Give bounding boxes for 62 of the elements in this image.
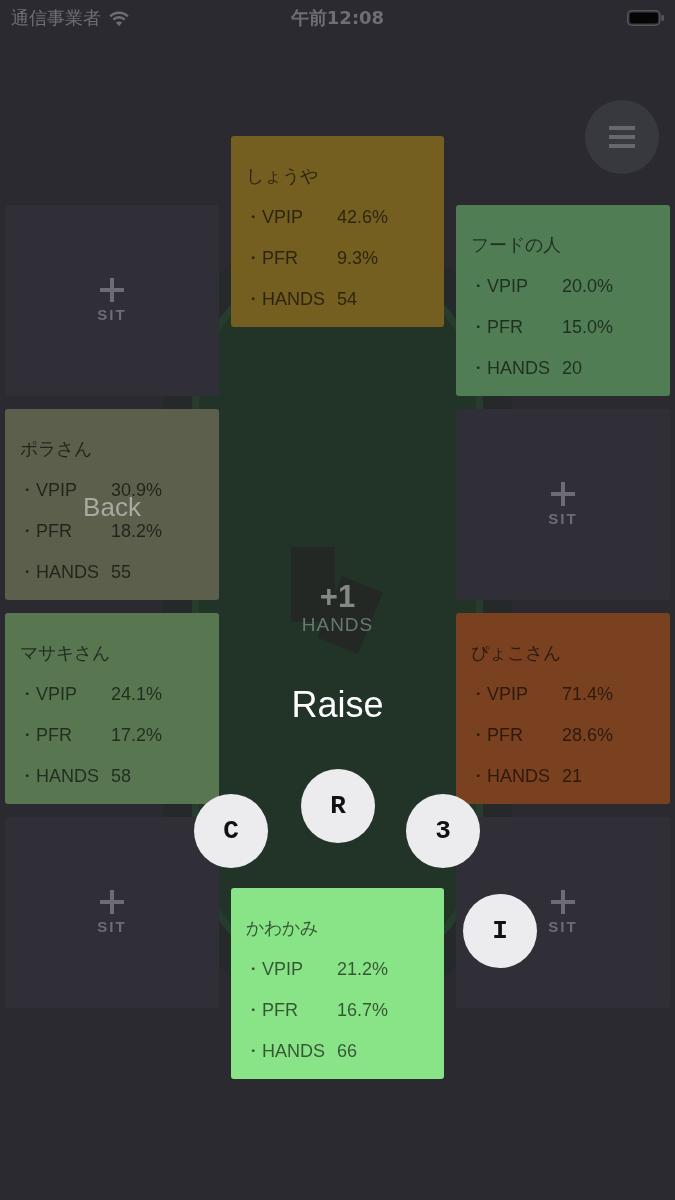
- player-card[interactable]: マサキさん ・VPIP 24.1% ・PFR 17.2% ・HANDS 58: [5, 613, 219, 804]
- player-card[interactable]: ぴょこさん ・VPIP 71.4% ・PFR 28.6% ・HANDS 21: [456, 613, 670, 804]
- stat-value: 24.1%: [111, 683, 163, 706]
- player-name: しょうや: [246, 165, 318, 188]
- stat-label: ・HANDS: [18, 765, 99, 788]
- hand-count: +1: [319, 580, 356, 614]
- menu-icon: [609, 126, 635, 148]
- stat-label: ・HANDS: [469, 357, 550, 380]
- stat-label: ・HANDS: [469, 765, 550, 788]
- stat-label: ・VPIP: [244, 958, 304, 981]
- stat-value: 42.6%: [337, 206, 389, 229]
- sit-button[interactable]: SIT: [5, 205, 219, 396]
- battery-icon: [627, 10, 664, 26]
- plus-icon: [100, 278, 124, 302]
- stat-label: ・PFR: [244, 247, 298, 270]
- player-name: ぴょこさん: [471, 642, 561, 665]
- stat-label: ・HANDS: [18, 561, 99, 584]
- stat-value: 71.4%: [562, 683, 614, 706]
- stat-label: ・VPIP: [18, 479, 78, 502]
- sit-button[interactable]: SIT: [456, 409, 670, 600]
- stat-value: 20.0%: [562, 275, 614, 298]
- stat-value: 15.0%: [562, 316, 614, 339]
- stat-label: ・HANDS: [244, 288, 325, 311]
- plus-icon: [551, 890, 575, 914]
- clock-time: 午前12:08: [290, 6, 385, 30]
- player-card[interactable]: かわかみ ・VPIP 21.2% ・PFR 16.7% ・HANDS 66: [231, 888, 444, 1079]
- stat-label: ・VPIP: [469, 275, 529, 298]
- stat-value: 17.2%: [111, 724, 163, 747]
- stat-label: ・VPIP: [244, 206, 304, 229]
- sit-button[interactable]: SIT: [5, 817, 219, 1008]
- stat-value: 9.3%: [337, 247, 379, 270]
- stat-label: ・VPIP: [469, 683, 529, 706]
- stat-value: 54: [337, 288, 358, 311]
- stat-label: ・VPIP: [18, 683, 78, 706]
- carrier-name: 通信事業者: [11, 6, 101, 30]
- stat-value: 66: [337, 1040, 358, 1063]
- hand-count-label: HANDS: [301, 614, 374, 636]
- stat-value: 16.7%: [337, 999, 389, 1022]
- player-name: フードの人: [471, 234, 561, 257]
- player-name: ポラさん: [20, 438, 92, 461]
- plus-icon: [100, 890, 124, 914]
- plus-icon: [551, 482, 575, 506]
- stat-label: ・PFR: [18, 724, 72, 747]
- stat-label: ・PFR: [244, 999, 298, 1022]
- stat-label: ・PFR: [18, 520, 72, 543]
- player-card[interactable]: ポラさん ・VPIP 30.9% ・PFR 18.2% ・HANDS 55 Back: [5, 409, 219, 600]
- stat-value: 20: [562, 357, 583, 380]
- player-name: マサキさん: [20, 642, 110, 665]
- stat-value: 21.2%: [337, 958, 389, 981]
- stat-value: 55: [111, 561, 132, 584]
- stat-label: ・HANDS: [244, 1040, 325, 1063]
- stat-value: 28.6%: [562, 724, 614, 747]
- wifi-icon: [109, 10, 129, 26]
- stat-label: ・PFR: [469, 316, 523, 339]
- player-card[interactable]: しょうや ・VPIP 42.6% ・PFR 9.3% ・HANDS 54: [231, 136, 444, 327]
- action-label: Raise: [291, 683, 384, 727]
- player-name: かわかみ: [246, 917, 318, 940]
- stat-value: 18.2%: [111, 520, 163, 543]
- stat-label: ・PFR: [469, 724, 523, 747]
- stat-value: 58: [111, 765, 132, 788]
- player-card[interactable]: フードの人 ・VPIP 20.0% ・PFR 15.0% ・HANDS 20: [456, 205, 670, 396]
- stat-value: 21: [562, 765, 583, 788]
